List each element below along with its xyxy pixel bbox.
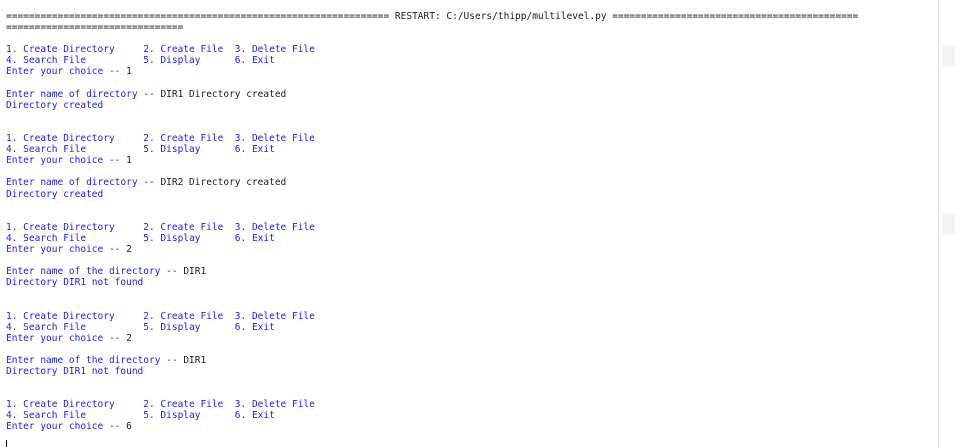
user-input-text: DIR1 Directory created bbox=[160, 88, 287, 100]
program-output-text: 1. Create Directory 2. Create File 3. De… bbox=[6, 133, 315, 145]
console-line: 4. Search File 5. Display 6. Exit bbox=[6, 410, 936, 421]
program-output-text: 4. Search File 5. Display 6. Exit bbox=[6, 55, 275, 67]
console-line: 4. Search File 5. Display 6. Exit bbox=[6, 144, 936, 155]
console-line: Enter your choice -- 1 bbox=[6, 66, 936, 77]
scrollbar-marker bbox=[942, 46, 955, 66]
user-input-text: DIR1 bbox=[183, 354, 207, 366]
console-line: 1. Create Directory 2. Create File 3. De… bbox=[6, 222, 936, 233]
program-output-text: Enter name of directory -- bbox=[6, 177, 161, 189]
console-line: Enter your choice -- 2 bbox=[6, 333, 936, 344]
program-output-text: Directory created bbox=[6, 99, 104, 111]
program-output-text: Enter name of the directory -- bbox=[6, 266, 184, 278]
console-line: Directory created bbox=[6, 189, 936, 200]
restart-banner: ========================================… bbox=[6, 11, 859, 22]
program-output-text: 4. Search File 5. Display 6. Exit bbox=[6, 410, 275, 422]
console-line: 4. Search File 5. Display 6. Exit bbox=[6, 233, 936, 244]
user-input-text: 2 bbox=[126, 332, 132, 344]
program-output-text: Enter name of the directory -- bbox=[6, 354, 184, 366]
program-output-text: 1. Create Directory 2. Create File 3. De… bbox=[6, 310, 315, 322]
user-input-text: 1 bbox=[126, 66, 132, 78]
scrollbar-marker bbox=[942, 214, 955, 234]
console-line: Directory DIR1 not found bbox=[6, 277, 936, 288]
restart-banner-continued: =============================== bbox=[6, 22, 184, 34]
text-cursor bbox=[6, 440, 7, 447]
console-line: 4. Search File 5. Display 6. Exit bbox=[6, 55, 936, 66]
console-line: Directory DIR1 not found bbox=[6, 366, 936, 377]
console-output[interactable]: ========================================… bbox=[6, 11, 936, 433]
program-output-text: 1. Create Directory 2. Create File 3. De… bbox=[6, 44, 315, 56]
vertical-scrollbar[interactable] bbox=[939, 0, 958, 447]
program-output-text: 4. Search File 5. Display 6. Exit bbox=[6, 144, 275, 156]
user-input-text: 1 bbox=[126, 155, 132, 167]
program-output-text: 1. Create Directory 2. Create File 3. De… bbox=[6, 399, 315, 411]
console-line: 1. Create Directory 2. Create File 3. De… bbox=[6, 311, 936, 322]
user-input-text: 6 bbox=[126, 421, 132, 433]
program-output-text: Enter your choice -- bbox=[6, 332, 127, 344]
program-output-text: 1. Create Directory 2. Create File 3. De… bbox=[6, 221, 315, 233]
console-line: Enter name of the directory -- DIR1 bbox=[6, 355, 936, 366]
console-line: Enter name of the directory -- DIR1 bbox=[6, 266, 936, 277]
program-output-text: 4. Search File 5. Display 6. Exit bbox=[6, 321, 275, 333]
program-output-text: Enter your choice -- bbox=[6, 66, 127, 78]
user-input-text: DIR1 bbox=[183, 266, 207, 278]
console-line: Enter name of directory -- DIR2 Director… bbox=[6, 177, 936, 188]
program-output-text: 4. Search File 5. Display 6. Exit bbox=[6, 232, 275, 244]
user-input-text: 2 bbox=[126, 243, 132, 255]
program-output-text: Enter your choice -- bbox=[6, 243, 127, 255]
console-line: Enter name of directory -- DIR1 Director… bbox=[6, 89, 936, 100]
console-line: 1. Create Directory 2. Create File 3. De… bbox=[6, 399, 936, 410]
console-line: Enter your choice -- 1 bbox=[6, 155, 936, 166]
program-output-text: Directory DIR1 not found bbox=[6, 366, 144, 377]
program-output-text: Enter your choice -- bbox=[6, 421, 127, 433]
program-output-text: Directory DIR1 not found bbox=[6, 277, 144, 289]
console-line: Enter your choice -- 2 bbox=[6, 244, 936, 255]
program-output-text: Enter your choice -- bbox=[6, 155, 127, 167]
console-line: 1. Create Directory 2. Create File 3. De… bbox=[6, 44, 936, 55]
program-output-text: Directory created bbox=[6, 188, 104, 200]
user-input-text: DIR2 Directory created bbox=[160, 177, 287, 189]
console-lines: 1. Create Directory 2. Create File 3. De… bbox=[6, 33, 936, 432]
console-line: 4. Search File 5. Display 6. Exit bbox=[6, 322, 936, 333]
program-output-text: Enter name of directory -- bbox=[6, 88, 161, 100]
console-line: Directory created bbox=[6, 100, 936, 111]
console-line: Enter your choice -- 6 bbox=[6, 421, 936, 432]
console-line: 1. Create Directory 2. Create File 3. De… bbox=[6, 133, 936, 144]
python-shell-window[interactable]: ========================================… bbox=[0, 0, 939, 447]
